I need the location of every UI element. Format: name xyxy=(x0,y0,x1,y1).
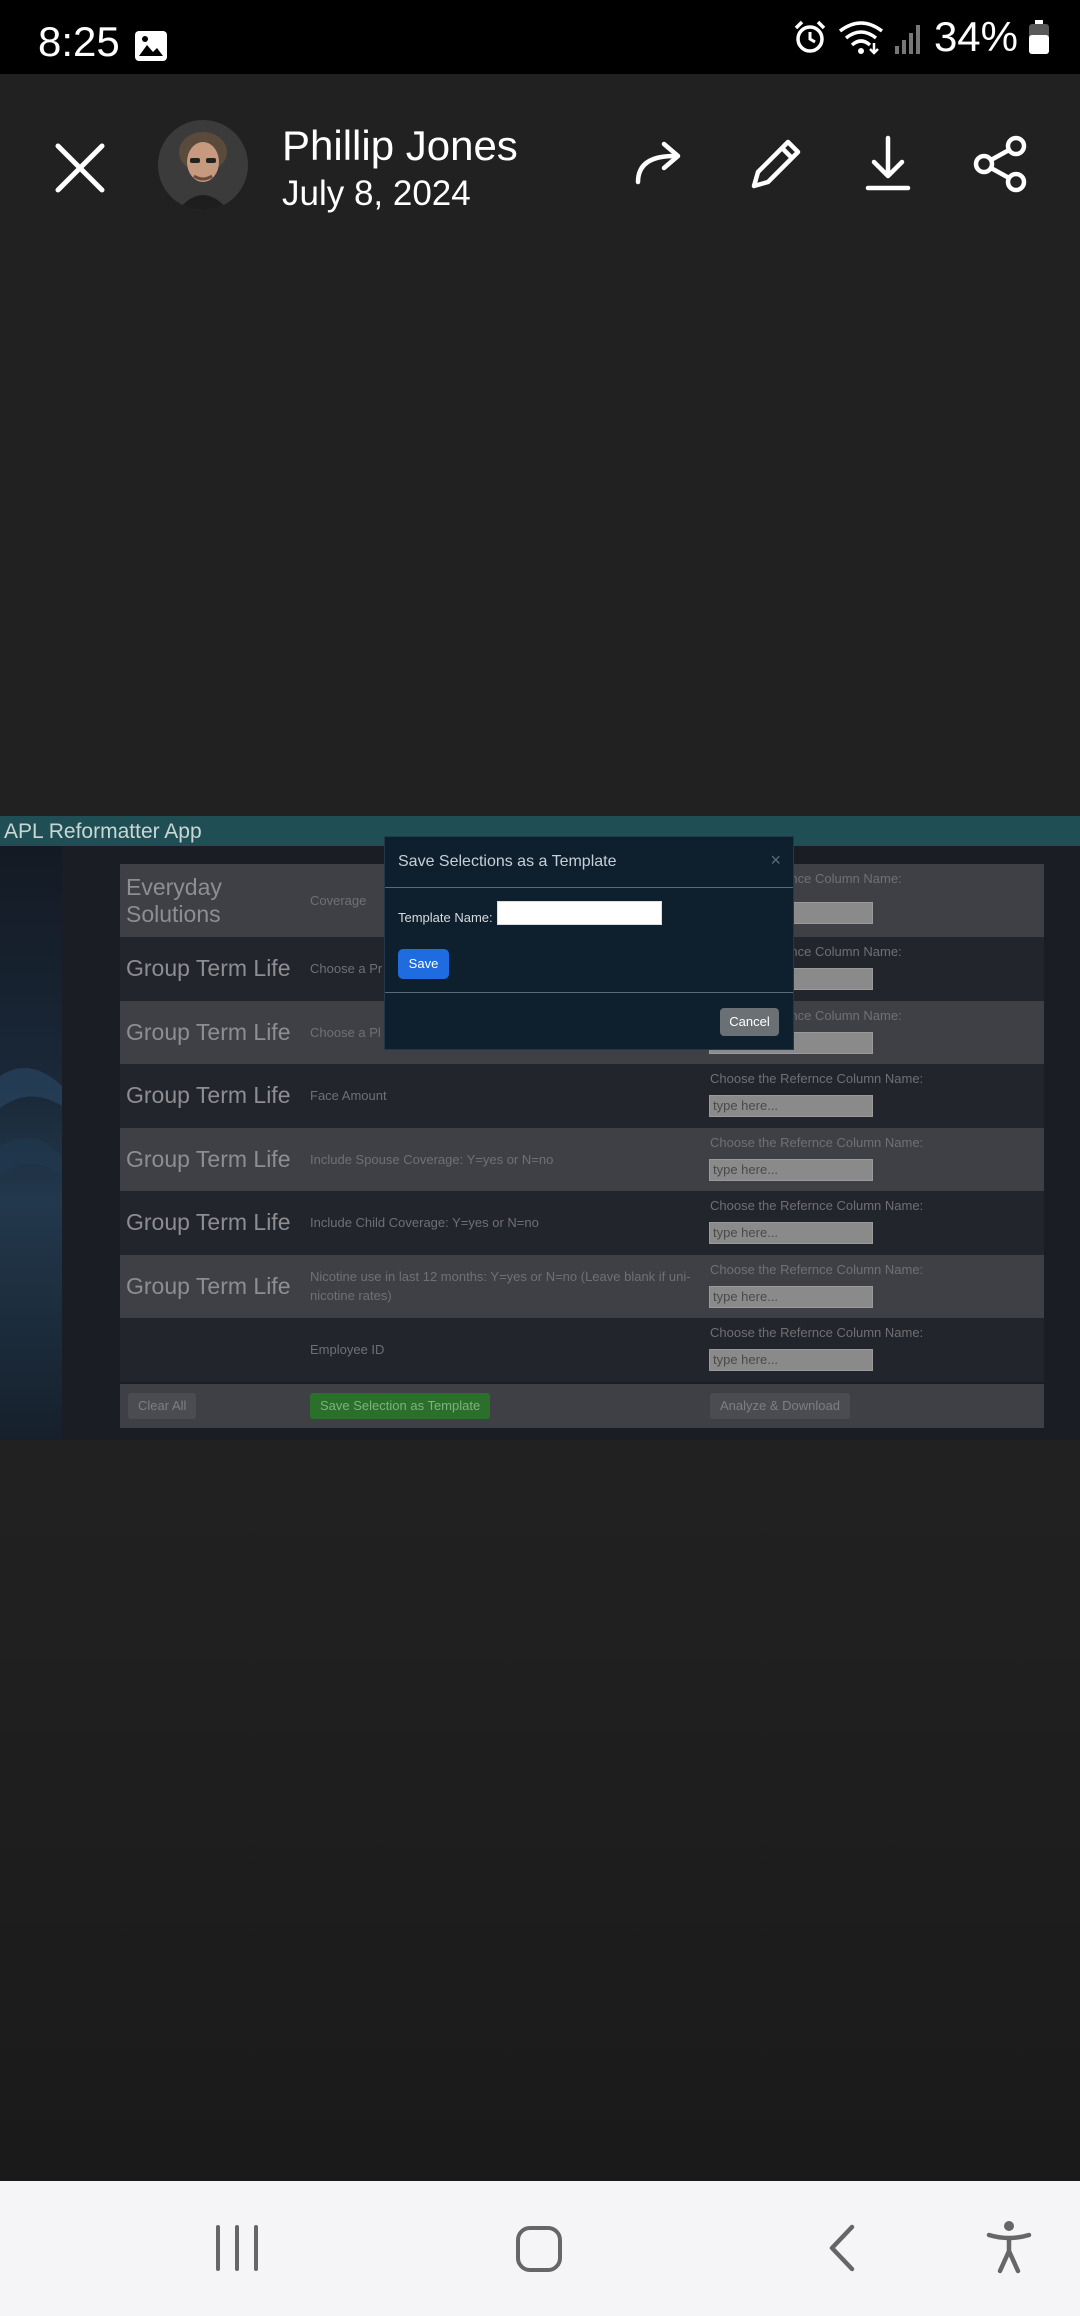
system-nav-bar xyxy=(0,2181,1080,2316)
share-icon[interactable] xyxy=(968,132,1032,196)
modal-title: Save Selections as a Template xyxy=(398,853,617,870)
status-time: 8:25 xyxy=(38,18,120,65)
product-name: Group Term Life xyxy=(126,1209,291,1236)
analyze-download-button[interactable]: Analyze & Download xyxy=(710,1392,850,1419)
table-row: Group Term Life Include Spouse Coverage:… xyxy=(120,1127,1044,1191)
modal-close-icon[interactable]: × xyxy=(770,850,781,871)
edit-icon[interactable] xyxy=(744,132,808,196)
modal-divider xyxy=(385,992,793,993)
save-template-button[interactable]: Save Selection as Template xyxy=(310,1392,491,1419)
sender-name: Phillip Jones xyxy=(282,122,518,169)
product-name: Group Term Life xyxy=(126,955,291,982)
table-footer: Clear All Save Selection as Template Ana… xyxy=(120,1383,1044,1428)
reference-input[interactable]: type here... xyxy=(709,1095,873,1117)
signal-icon xyxy=(894,25,920,54)
battery-percent: 34% xyxy=(933,13,1018,60)
accessibility-icon[interactable] xyxy=(986,2219,1032,2275)
reference-label: Choose the Refernce Column Name: xyxy=(710,1071,924,1086)
reference-label: Choose the Refernce Column Name: xyxy=(710,1261,924,1277)
product-name: Group Term Life xyxy=(126,1018,291,1045)
product-name: Everyday Solutions xyxy=(126,873,222,927)
background-wave-graphic xyxy=(0,1068,62,1176)
reference-input[interactable]: type here... xyxy=(709,1222,873,1244)
field-name: Include Spouse Coverage: Y=yes or N=no xyxy=(310,1151,554,1167)
product-name: Group Term Life xyxy=(126,1145,291,1172)
avatar-face-icon xyxy=(158,120,248,210)
shared-screenshot[interactable]: APL Reformatter App Everyday Solutions C… xyxy=(0,816,1080,1440)
avatar[interactable] xyxy=(158,120,248,210)
product-name: Group Term Life xyxy=(126,1082,291,1109)
table-row: Employee ID Choose the Refernce Column N… xyxy=(120,1318,1044,1382)
modal-cancel-button[interactable]: Cancel xyxy=(720,1008,779,1036)
reference-label: Choose the Refernce Column Name: xyxy=(710,1134,924,1150)
save-template-modal: Save Selections as a Template × Template… xyxy=(384,836,794,1050)
recent-apps-icon[interactable] xyxy=(212,2221,262,2275)
modal-divider xyxy=(385,887,793,888)
viewer-toolbar: Phillip Jones July 8, 2024 xyxy=(0,74,1080,254)
field-name: Face Amount xyxy=(310,1088,387,1104)
field-name: Include Child Coverage: Y=yes or N=no xyxy=(310,1215,539,1231)
field-name: Nicotine use in last 12 months: Y=yes or… xyxy=(310,1269,691,1304)
table-row: Group Term Life Nicotine use in last 12 … xyxy=(120,1254,1044,1318)
forward-icon[interactable] xyxy=(630,132,694,196)
gallery-notification-icon xyxy=(135,31,167,61)
battery-icon xyxy=(1029,20,1049,54)
alarm-icon xyxy=(794,20,826,53)
product-name xyxy=(126,1318,306,1382)
field-name: Employee ID xyxy=(310,1342,385,1358)
message-date: July 8, 2024 xyxy=(282,174,471,213)
modal-save-button[interactable]: Save xyxy=(398,949,449,979)
download-icon[interactable] xyxy=(856,132,920,196)
reference-label: Choose the Refernce Column Name: xyxy=(710,1325,924,1340)
back-icon[interactable] xyxy=(822,2221,862,2275)
template-name-input[interactable] xyxy=(497,901,662,925)
app-title: APL Reformatter App xyxy=(4,820,202,843)
clear-all-button[interactable]: Clear All xyxy=(128,1392,197,1419)
product-name: Group Term Life xyxy=(126,1272,291,1299)
close-icon[interactable] xyxy=(50,138,110,198)
home-icon[interactable] xyxy=(514,2221,564,2275)
template-name-label: Template Name: xyxy=(398,910,493,925)
reference-input[interactable]: type here... xyxy=(709,1349,873,1371)
status-icons: 34% xyxy=(792,13,1050,60)
reference-input[interactable]: type here... xyxy=(709,1158,873,1181)
table-row: Group Term Life Include Child Coverage: … xyxy=(120,1191,1044,1255)
table-row: Group Term Life Face Amount Choose the R… xyxy=(120,1064,1044,1128)
wifi-icon xyxy=(838,21,883,55)
reference-label: Choose the Refernce Column Name: xyxy=(710,1198,924,1213)
reference-input[interactable]: type here... xyxy=(709,1285,873,1308)
status-bar: 8:25 34% xyxy=(0,0,1080,74)
